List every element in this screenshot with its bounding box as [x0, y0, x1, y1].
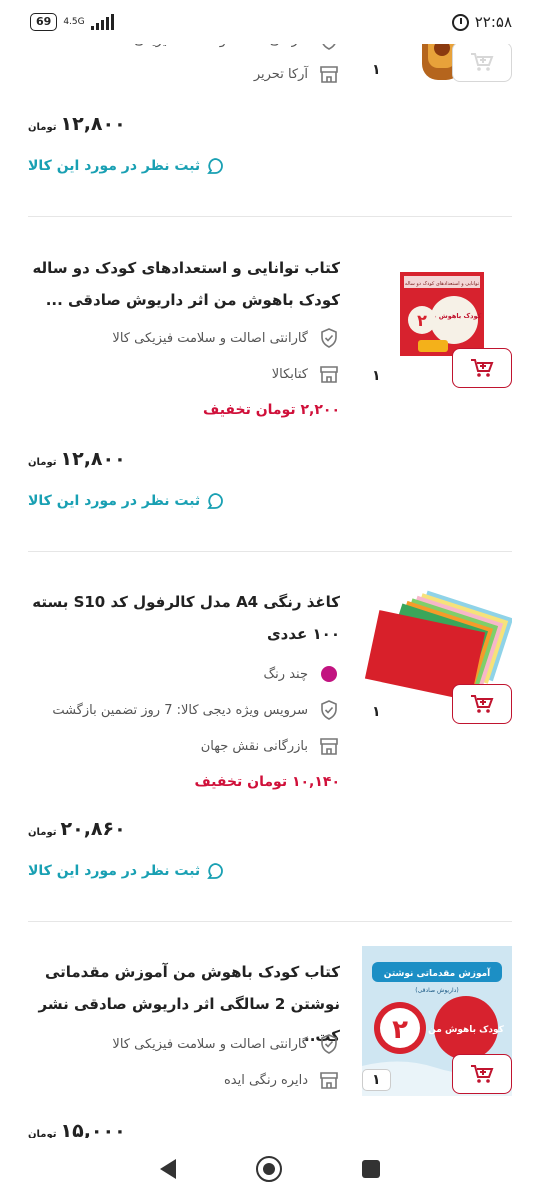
chat-bubble-icon: [207, 158, 224, 174]
seller-row: کتابکالا: [272, 362, 340, 386]
clock: ۲۲:۵۸: [474, 13, 512, 31]
write-review-label: ثبت نظر در مورد این کالا: [28, 158, 201, 174]
divider: [28, 216, 512, 217]
service-row: سرویس ویژه دیجی کالا: 7 روز تضمین بازگشت: [52, 698, 340, 722]
service-text: سرویس ویژه دیجی کالا: 7 روز تضمین بازگشت: [52, 702, 308, 718]
cart-item: توانایی و استعدادهای کودک دو ساله کودک ب…: [0, 218, 540, 552]
product-image: توانایی و استعدادهای کودک دو ساله کودک ب…: [362, 270, 512, 360]
price-value: ۱۲,۸۰۰: [60, 113, 126, 135]
shop-icon: [318, 363, 340, 385]
seller-row: آرکا تحریر: [254, 62, 340, 86]
chat-bubble-icon: [207, 493, 224, 509]
shop-icon: [318, 63, 340, 85]
price-value: ۱۲,۸۰۰: [60, 448, 126, 470]
guarantee-row: گارانتی اصالت و سلامت فیزیکی کالا: [112, 326, 340, 350]
write-review-label: ثبت نظر در مورد این کالا: [28, 493, 201, 509]
cart-item: ۱ کاغذ رنگی A4 مدل کالرفول کد S10 بسته ۱…: [0, 552, 540, 922]
price: ۲۰,۸۶۰ تومان: [28, 818, 126, 840]
product-title[interactable]: کاغذ رنگی A4 مدل کالرفول کد S10 بسته ۱۰۰…: [24, 586, 340, 650]
quantity: ۱: [372, 704, 381, 720]
seller-name: آرکا تحریر: [253, 66, 308, 82]
write-review-label: ثبت نظر در مورد این کالا: [28, 863, 201, 879]
quantity: ۱: [372, 62, 381, 78]
book-cover-text: آموزش مقدماتی نوشتن: [384, 967, 491, 979]
price: ۱۲,۸۰۰ تومان: [28, 448, 126, 470]
guarantee-row: گارانتی اصالت و سلامت فیزیکی کالا: [112, 1032, 340, 1056]
cart-item: آموزش مقدماتی نوشتن (داریوش صادقی) ۲ کود…: [0, 922, 540, 1142]
add-to-cart-button[interactable]: [452, 348, 512, 388]
recents-icon[interactable]: [362, 1160, 380, 1178]
shield-check-icon: [318, 327, 340, 349]
cart-plus-icon: [471, 1065, 494, 1083]
seller-name: دایره رنگی ایده: [223, 1072, 308, 1088]
network-type: 4.5G: [63, 16, 85, 27]
price: ۱۲,۸۰۰ تومان: [28, 113, 126, 135]
price-value: ۲۰,۸۶۰: [60, 818, 126, 840]
back-icon[interactable]: [160, 1159, 176, 1179]
book-cover-text: توانایی و استعدادهای کودک دو ساله: [405, 280, 480, 287]
discount-text: ۲,۲۰۰ تومان تخفیف: [203, 402, 340, 418]
book-cover-text: (داریوش صادقی): [415, 987, 458, 994]
seller-row: دایره رنگی ایده: [224, 1068, 340, 1092]
book-cover-text: ۲: [417, 311, 427, 330]
status-right: ۲۲:۵۸: [451, 13, 512, 31]
shield-check-icon: [318, 1033, 340, 1055]
guarantee-text: گارانتی اصالت و سلامت فیزیکی کالا: [112, 330, 308, 346]
write-review-link[interactable]: ثبت نظر در مورد این کالا: [28, 492, 224, 510]
write-review-link[interactable]: ثبت نظر در مورد این کالا: [28, 862, 224, 880]
status-bar: 69 4.5G ۲۲:۵۸: [0, 0, 540, 44]
color-swatch: [321, 666, 337, 682]
quantity: ۱: [362, 1069, 391, 1091]
add-to-cart-button[interactable]: [452, 1054, 512, 1094]
product-title[interactable]: کتاب توانایی و استعدادهای کودک دو ساله ک…: [24, 252, 340, 316]
currency: تومان: [28, 457, 57, 468]
seller-name: کتابکالا: [271, 366, 308, 382]
write-review-link[interactable]: ثبت نظر در مورد این کالا: [28, 157, 224, 175]
chat-bubble-icon: [207, 863, 224, 879]
cart-plus-icon: [471, 695, 494, 713]
add-to-cart-button[interactable]: [452, 684, 512, 724]
battery-indicator: 69: [30, 13, 58, 31]
seller-name: بازرگانی نقش جهان: [200, 738, 308, 754]
color-row: چند رنگ: [264, 662, 340, 686]
currency: تومان: [28, 827, 57, 838]
guarantee-text: گارانتی اصالت و سلامت فیزیکی کالا: [112, 1036, 308, 1052]
book-cover-text: کودک باهوش من: [428, 1025, 504, 1035]
color-name: چند رنگ: [263, 666, 308, 682]
alarm-icon: [451, 13, 469, 31]
cart-plus-icon: [471, 53, 494, 71]
cart-plus-icon: [471, 359, 494, 377]
quantity: ۱: [372, 368, 381, 384]
status-left: 69 4.5G: [30, 13, 114, 31]
shop-icon: [318, 735, 340, 757]
signal-icon: [90, 14, 114, 30]
system-nav-bar: [0, 1138, 540, 1200]
shop-icon: [318, 1069, 340, 1091]
home-icon[interactable]: [256, 1156, 282, 1182]
currency: تومان: [28, 122, 57, 133]
book-cover-text: ۲: [392, 1015, 408, 1045]
add-to-cart-button[interactable]: [452, 42, 512, 82]
seller-row: بازرگانی نقش جهان: [201, 734, 340, 758]
shield-check-icon: [318, 699, 340, 721]
discount-text: ۱۰,۱۴۰ تومان تخفیف: [194, 774, 340, 790]
